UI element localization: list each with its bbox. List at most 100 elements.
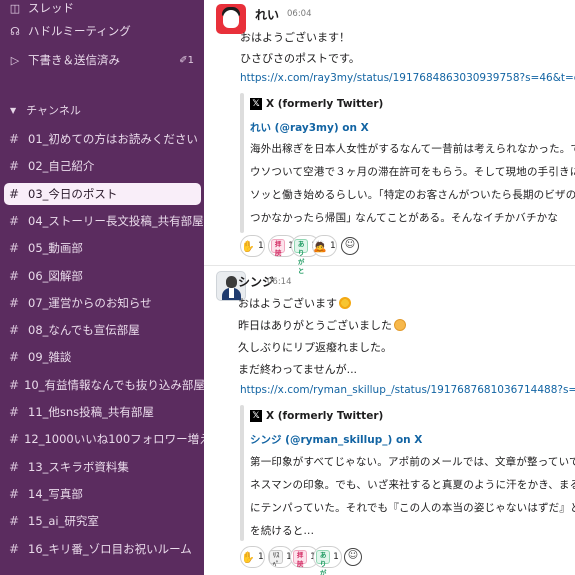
hash-icon: #: [9, 159, 20, 173]
hash-icon: #: [9, 350, 20, 364]
unfurl-author-link[interactable]: シンジ (@ryman_skillup_) on X: [250, 432, 422, 447]
add-reaction-button[interactable]: ☺: [341, 237, 359, 255]
sidebar-channel-item[interactable]: #14_写真部: [0, 483, 204, 505]
sidebar-channel-item[interactable]: #10_有益情報なんでも抜り込み部屋: [0, 374, 204, 396]
unfurl-text-line: 第一印象がすべてじゃない。アポ前のメールでは、文章が整っていて、やり手ビジ: [250, 456, 575, 468]
sidebar-channel-item[interactable]: #06_図解部: [0, 265, 204, 287]
channel-label: 05_動画部: [28, 241, 83, 255]
sidebar-channel-item[interactable]: #08_なんでも宣伝部屋: [0, 319, 204, 341]
sidebar-item-threads[interactable]: ◫ スレッド: [0, 0, 204, 19]
respect-emoji-icon: ﾘｽﾍﾟ: [269, 550, 284, 568]
channel-label: 06_図解部: [28, 269, 83, 283]
sidebar-channel-item[interactable]: #09_雑談: [0, 346, 204, 368]
sidebar-channel-item[interactable]: #11_他sns投稿_共有部屋: [0, 401, 204, 423]
hash-icon: #: [9, 132, 20, 146]
reaction-arigato[interactable]: ありがと 1: [313, 546, 342, 575]
hash-icon: #: [9, 323, 20, 337]
message-link[interactable]: https://x.com/ray3my/status/191768486303…: [240, 72, 575, 84]
hash-icon: #: [9, 487, 20, 501]
section-label: チャンネル: [26, 104, 81, 117]
sidebar-item-drafts-sent[interactable]: ▷ 下書き＆送信済み ✐1: [0, 49, 204, 71]
channel-label: 07_運営からのお知らせ: [28, 296, 152, 310]
sidebar-channel-item[interactable]: #16_キリ番_ゾロ目お祝いルーム: [0, 538, 204, 560]
x-logo-icon: 𝕏: [250, 410, 262, 422]
hash-icon: #: [9, 405, 20, 419]
sidebar-channel-item[interactable]: #07_運営からのお知らせ: [0, 292, 204, 314]
reaction-clap[interactable]: ✋ 1: [240, 546, 265, 568]
hash-icon: #: [9, 542, 20, 556]
reaction-clap[interactable]: ✋ 1: [240, 235, 265, 257]
reaction-bow[interactable]: 🙇 1: [312, 235, 337, 257]
bow-icon: 🙇: [313, 239, 327, 253]
haidoku-emoji-icon: 拝読: [271, 239, 286, 257]
channel-label: 04_ストーリー長文投稿_共有部屋: [28, 214, 204, 228]
sidebar-channel-item[interactable]: #15_ai_研究室: [0, 510, 204, 532]
clap-icon: ✋: [241, 239, 255, 253]
hash-icon: #: [9, 296, 20, 310]
caret-down-icon: ▼: [10, 105, 17, 115]
sidebar-channel-item[interactable]: #03_今日のポスト: [4, 183, 201, 205]
hash-icon: #: [9, 241, 20, 255]
unfurl-text-line: ウソついて空港で３ヶ月の滞在許可をもらう。そして現地の手引きにしたがい、コ: [250, 166, 575, 178]
unfurl-accent-bar: [240, 93, 244, 233]
draft-count-badge: ✐1: [179, 54, 194, 66]
message-timestamp[interactable]: 06:04: [287, 9, 312, 19]
send-icon: ▷: [10, 53, 20, 67]
message-text-line: おはようございます！: [240, 31, 350, 44]
message-author[interactable]: れい: [255, 6, 279, 23]
sidebar-item-label: 下書き＆送信済み: [28, 53, 120, 67]
headphones-icon: ☊: [10, 24, 20, 38]
add-reaction-button[interactable]: ☺: [344, 548, 362, 566]
channels-section-header[interactable]: ▼ チャンネル: [0, 99, 204, 121]
sidebar-channel-item[interactable]: #02_自己紹介: [0, 155, 204, 177]
channel-label: 02_自己紹介: [28, 159, 95, 173]
channel-label: 10_有益情報なんでも抜り込み部屋: [24, 378, 204, 392]
sidebar-channel-item[interactable]: #12_1000いいね100フォロワー増えたポスト: [0, 428, 204, 450]
message-text-line: ひさびさのポストです。: [240, 52, 360, 65]
message-link[interactable]: https://x.com/ryman_skillup_/status/1917…: [240, 384, 575, 396]
sidebar-channel-item[interactable]: #04_ストーリー長文投稿_共有部屋: [0, 210, 204, 232]
channel-label: 12_1000いいね100フォロワー増えたポスト: [24, 432, 204, 446]
sidebar-channel-item[interactable]: #05_動画部: [0, 237, 204, 259]
message-text-line: おはようございます: [238, 295, 351, 311]
x-logo-icon: 𝕏: [250, 98, 262, 110]
hash-icon: #: [9, 187, 20, 201]
message-timestamp[interactable]: 06:14: [267, 277, 292, 287]
channel-label: 15_ai_研究室: [28, 514, 99, 528]
message-text-line: まだ終わってませんが...: [238, 363, 358, 376]
channel-label: 16_キリ番_ゾロ目お祝いルーム: [28, 542, 192, 556]
channel-label: 13_スキラボ資料集: [28, 460, 129, 474]
hash-icon: #: [9, 432, 20, 446]
message-text-line: 昨日はありがとうございました: [238, 317, 406, 333]
unfurl-text-line: つかなかったら帰国｣ なんてことがある。そんなイチかバチかな: [250, 212, 559, 224]
unfurl-text-line: ソッと働き始めるらしい。｢特定のお客さんがついたら長期のビザの準備がされ、: [250, 189, 575, 201]
sidebar-channel-item[interactable]: #01_初めての方はお読みください: [0, 128, 204, 150]
clap-icon: ✋: [241, 550, 255, 564]
channel-label: 03_今日のポスト: [28, 187, 118, 201]
unfurl-text-line: にテンパっていた。それでも『この人の本当の姿じゃないはずだ』と信じて、会話: [250, 502, 575, 514]
hash-icon: #: [9, 460, 20, 474]
arigato-emoji-icon: ありがと: [316, 550, 331, 575]
message-text-line: 久しぶりにリプ返癈れました。: [238, 341, 392, 354]
unfurl-source[interactable]: X (formerly Twitter): [266, 410, 383, 422]
unfurl-text-line: を続けると...: [250, 525, 315, 537]
channel-label: 09_雑談: [28, 350, 72, 364]
hash-icon: #: [9, 514, 20, 528]
unfurl-source[interactable]: X (formerly Twitter): [266, 98, 383, 110]
haidoku-emoji-icon: 拝読: [293, 550, 308, 568]
unfurl-author-link[interactable]: れい (@ray3my) on X: [250, 120, 369, 135]
sidebar-item-label: ハドルミーティング: [28, 24, 131, 38]
channel-label: 01_初めての方はお読みください: [28, 132, 198, 146]
message-divider: [204, 265, 575, 266]
channel-label: 08_なんでも宣伝部屋: [28, 323, 140, 337]
sidebar: ◫ スレッド ☊ ハドルミーティング ▷ 下書き＆送信済み ✐1 ▼ チャンネル…: [0, 0, 204, 575]
sidebar-item-label: スレッド: [28, 1, 74, 15]
smile-icon: [394, 319, 406, 331]
arigato-emoji-icon: ありがと: [294, 239, 309, 275]
channel-label: 14_写真部: [28, 487, 83, 501]
sidebar-channel-item[interactable]: #13_スキラボ資料集: [0, 456, 204, 478]
thread-icon: ◫: [9, 1, 21, 15]
sidebar-item-huddles[interactable]: ☊ ハドルミーティング: [0, 20, 204, 42]
hash-icon: #: [9, 214, 20, 228]
message-pane: れい 06:04 おはようございます！ ひさびさのポストです。 https://…: [204, 0, 575, 575]
